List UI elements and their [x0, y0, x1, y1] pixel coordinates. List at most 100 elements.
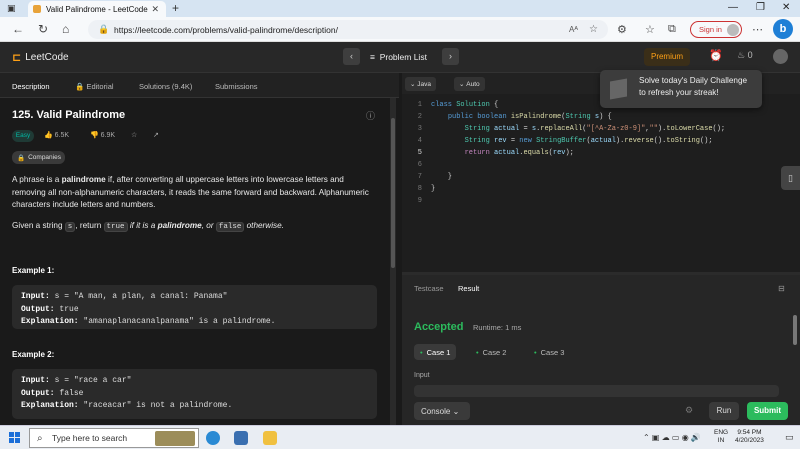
collections-icon[interactable]: ⧉ — [668, 23, 676, 36]
app-icon[interactable] — [234, 431, 248, 445]
refresh-icon[interactable]: ↻ — [38, 22, 48, 36]
expand-icon[interactable]: ⊟ — [778, 284, 785, 293]
desc-text: A phrase is a — [12, 175, 62, 184]
read-aloud-icon[interactable]: Aᴬ — [569, 25, 578, 34]
case-1-tab[interactable]: • Case 1 — [414, 344, 457, 360]
notification-icon[interactable]: ▭ — [785, 432, 794, 443]
tab-submissions[interactable]: Submissions — [215, 82, 258, 91]
favorite-icon[interactable]: ☆ — [589, 24, 598, 35]
sign-in-button[interactable]: Sign in — [690, 21, 742, 38]
prev-problem-button[interactable]: ‹ — [343, 48, 360, 65]
favorites-icon[interactable]: ☆ — [645, 23, 655, 36]
run-button[interactable]: Run — [709, 402, 739, 420]
input-heading: Input — [414, 372, 430, 379]
code-token: reverse — [624, 137, 654, 145]
logo-text: LeetCode — [25, 52, 69, 63]
lock-icon: 🔒 — [17, 154, 26, 162]
case-label: Case 2 — [482, 347, 507, 357]
dislike-button[interactable]: 👎 6.9K — [90, 131, 115, 139]
alarm-clock-icon[interactable]: ⏰ — [709, 49, 723, 62]
line-number: 9 — [417, 197, 422, 205]
back-icon[interactable]: ← — [12, 22, 24, 36]
windows-taskbar: ⌕ Type here to search ⌃ ▣ ☁ ▭ ◉ 🔊 ENG IN … — [0, 425, 800, 449]
tab-solutions[interactable]: Solutions (9.4K) — [139, 82, 192, 91]
mode-select[interactable]: ⌄ Auto — [454, 77, 485, 91]
bing-icon[interactable]: b — [773, 19, 793, 39]
taskbar-search[interactable]: ⌕ Type here to search — [29, 428, 199, 448]
user-avatar[interactable] — [773, 49, 788, 64]
tab-title: Valid Palindrome - LeetCode — [46, 4, 148, 14]
scrollbar-thumb[interactable] — [391, 118, 395, 268]
windows-start-icon[interactable] — [9, 432, 20, 443]
problem-list-label: Problem List — [379, 52, 427, 62]
description-tabs: Description 🔒 Editorial Solutions (9.4K)… — [0, 73, 399, 98]
streak-counter[interactable]: ♨ 0 — [737, 50, 753, 61]
code-token: String — [565, 113, 591, 121]
language-select[interactable]: ⌄ Java — [405, 77, 436, 91]
tab-actions-icon[interactable]: ▣ — [7, 3, 16, 14]
runtime-text: Runtime: 1 ms — [473, 323, 522, 332]
logo-square — [15, 432, 20, 437]
new-tab-icon[interactable]: + — [172, 1, 179, 15]
tab-description[interactable]: Description — [12, 82, 50, 91]
file-explorer-icon[interactable] — [263, 431, 277, 445]
premium-button[interactable]: Premium — [644, 48, 690, 66]
result-scrollbar[interactable] — [793, 311, 798, 391]
code-line: public boolean isPalindrome(String s) { — [447, 113, 612, 121]
next-problem-button[interactable]: › — [442, 48, 459, 65]
more-menu-icon[interactable]: ⋯ — [752, 23, 763, 36]
case-2-tab[interactable]: • Case 2 — [470, 344, 512, 360]
scrollbar-thumb[interactable] — [793, 315, 797, 345]
minimize-icon[interactable]: — — [728, 2, 738, 13]
tab-close-icon[interactable]: ✕ — [151, 4, 159, 15]
example-1-heading: Example 1: — [12, 266, 55, 275]
side-panel-toggle[interactable]: ▯ — [781, 166, 800, 190]
url-bar[interactable]: 🔒 https://leetcode.com/problems/valid-pa… — [88, 20, 608, 39]
window-close-icon[interactable]: ✕ — [782, 2, 790, 13]
editor-panel: ⌄ Java ⌄ Auto 1 2 3 4 5 6 7 8 9 class So… — [402, 73, 800, 425]
leetcode-logo[interactable]: ⊏ LeetCode — [12, 51, 69, 64]
problem-task: Given a string s, return true if it is a… — [12, 220, 377, 234]
lang-bottom: IN — [717, 437, 725, 444]
home-icon[interactable]: ⌂ — [62, 22, 69, 36]
code-token: actual — [494, 149, 520, 157]
code-editor[interactable]: 1 2 3 4 5 6 7 8 9 class Solution { publi… — [402, 94, 782, 264]
description-scrollbar[interactable] — [390, 98, 396, 425]
logo-square — [9, 438, 14, 443]
browser-tab[interactable]: Valid Palindrome - LeetCode ✕ — [28, 1, 166, 17]
daily-challenge-popup[interactable]: Solve today's Daily Challenge to refresh… — [600, 70, 762, 108]
explanation-label: Explanation: — [21, 317, 79, 326]
thumbs-down-icon: 👎 — [90, 132, 99, 139]
console-button[interactable]: Console ⌄ — [414, 402, 470, 420]
edge-app-icon[interactable] — [206, 431, 220, 445]
example-input: s = "race a car" — [54, 376, 132, 385]
case-3-tab[interactable]: • Case 3 — [528, 344, 570, 360]
tab-result[interactable]: Result — [458, 284, 479, 293]
submit-button[interactable]: Submit — [747, 402, 788, 420]
share-icon[interactable]: ↗ — [153, 131, 159, 139]
code-token: boolean — [477, 113, 507, 121]
cube-icon — [610, 78, 627, 100]
code-token: "[^A-Za-z0-9]" — [586, 125, 646, 133]
companies-tag[interactable]: 🔒 Companies — [12, 151, 65, 164]
tab-editorial[interactable]: 🔒 Editorial — [75, 82, 114, 91]
info-icon[interactable]: ⓘ — [366, 109, 375, 122]
debug-icon[interactable]: ⚙ — [685, 405, 693, 416]
code-token: StringBuffer — [536, 137, 587, 145]
language-indicator[interactable]: ENG IN — [714, 429, 728, 445]
url-text: https://leetcode.com/problems/valid-pali… — [114, 24, 338, 35]
problem-list-button[interactable]: ≡ Problem List — [370, 52, 427, 62]
popup-line-2: to refresh your streak! — [639, 88, 719, 97]
streak-count: 0 — [747, 50, 753, 60]
star-icon[interactable]: ☆ — [131, 131, 137, 139]
taskbar-clock[interactable]: 9:54 PM 4/20/2023 — [735, 429, 764, 445]
example-2-heading: Example 2: — [12, 350, 55, 359]
code-token: Solution — [456, 101, 490, 109]
system-tray-icons[interactable]: ⌃ ▣ ☁ ▭ ◉ 🔊 — [643, 433, 701, 442]
restore-icon[interactable]: ❐ — [756, 2, 765, 13]
extensions-icon[interactable]: ⚙ — [617, 23, 627, 36]
task-text: Given a string — [12, 221, 65, 230]
code-token: equals — [523, 149, 549, 157]
like-button[interactable]: 👍 6.5K — [44, 131, 69, 139]
tab-testcase[interactable]: Testcase — [414, 284, 444, 293]
